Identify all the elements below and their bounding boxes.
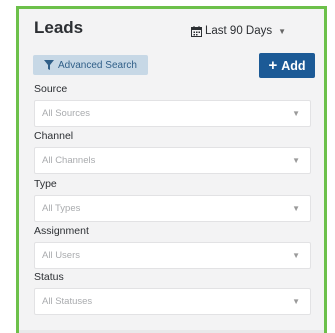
- source-label: Source: [34, 83, 68, 95]
- source-select[interactable]: All Sources ▼: [34, 100, 311, 127]
- advanced-search-label: Advanced Search: [58, 59, 137, 71]
- add-button[interactable]: + Add: [259, 53, 315, 78]
- plus-icon: +: [268, 57, 278, 74]
- channel-select[interactable]: All Channels ▼: [34, 147, 311, 174]
- channel-label: Channel: [34, 130, 74, 142]
- caret-down-icon: ▼: [292, 109, 300, 118]
- caret-down-icon: ▼: [292, 251, 300, 260]
- type-select-value: All Types: [42, 203, 81, 214]
- status-select[interactable]: All Statuses ▼: [34, 288, 311, 315]
- date-range-dropdown[interactable]: Last 90 Days ▼: [191, 25, 286, 37]
- date-range-label: Last 90 Days: [205, 25, 273, 37]
- type-label: Type: [34, 178, 57, 190]
- status-label: Status: [34, 271, 64, 283]
- source-select-value: All Sources: [42, 108, 91, 119]
- leads-panel: Leads Last 90 Days ▼ Advanced Search + A…: [16, 6, 327, 333]
- add-label: Add: [281, 58, 306, 73]
- caret-down-icon: ▼: [292, 156, 300, 165]
- filter-icon: [44, 60, 55, 70]
- calendar-icon: [191, 25, 202, 37]
- chevron-down-icon: ▼: [278, 26, 287, 36]
- type-select[interactable]: All Types ▼: [34, 195, 311, 222]
- assignment-select-value: All Users: [42, 250, 81, 261]
- caret-down-icon: ▼: [292, 204, 300, 213]
- page-title: Leads: [34, 18, 84, 37]
- caret-down-icon: ▼: [292, 297, 300, 306]
- assignment-select[interactable]: All Users ▼: [34, 242, 311, 269]
- channel-select-value: All Channels: [42, 155, 96, 166]
- status-select-value: All Statuses: [42, 296, 93, 307]
- advanced-search-button[interactable]: Advanced Search: [33, 55, 148, 75]
- assignment-label: Assignment: [34, 225, 89, 237]
